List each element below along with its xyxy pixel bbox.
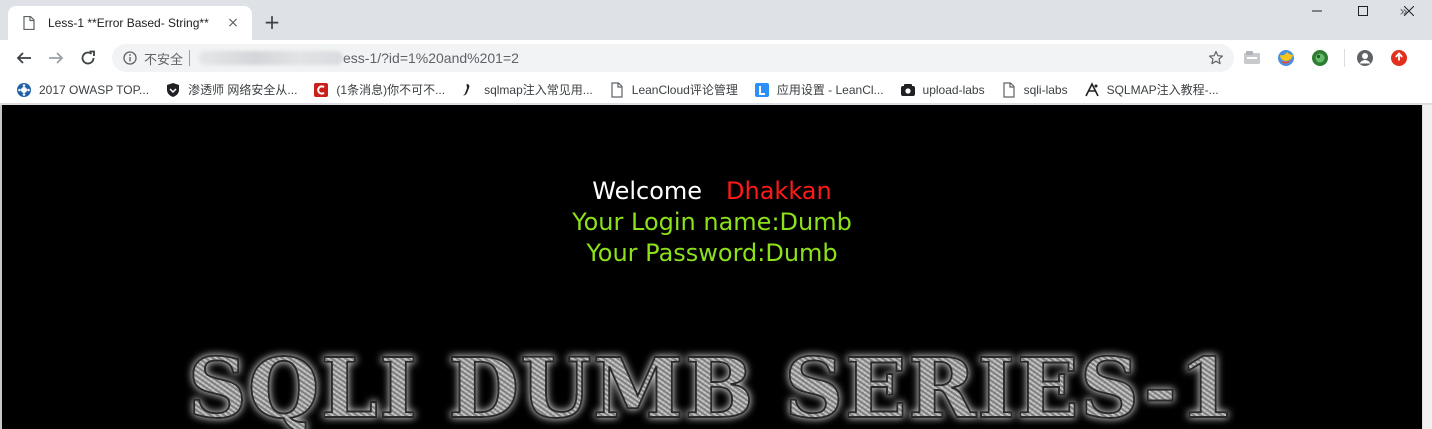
extensions-area [1240,46,1421,70]
extension-globe-icon[interactable] [1274,46,1298,70]
tab-title: Less-1 **Error Based- String** [48,16,209,30]
welcome-line: Welcome Dhakkan [2,177,1422,205]
shield-icon [165,82,181,98]
login-name-text: Your Login name:Dumb [572,208,852,236]
bookmarks-bar: 2017 OWASP TOP... 渗透师 网络安全从... (1条消息)你不可不.… [0,76,1432,104]
back-button[interactable] [10,44,38,72]
sqlmap-icon [1084,81,1100,98]
bookmark-label: (1条消息)你不可不... [336,83,446,97]
bookmark-label: SQLMAP注入教程-... [1106,83,1219,97]
page-scrollbar[interactable] [1422,105,1432,429]
bookmark-item[interactable]: (1条消息)你不可不... [307,78,451,102]
reload-button[interactable] [74,44,102,72]
extension-green-icon[interactable] [1308,46,1332,70]
address-bar[interactable]: 不安全 ess-1/?id=1%20and%201=2 [112,44,1234,72]
tab-close-icon[interactable]: × [224,14,242,32]
maximize-button[interactable] [1340,0,1386,22]
bookmark-label: sqlmap注入常见用... [484,83,593,97]
bookmark-star-icon[interactable] [1208,50,1224,66]
toolbar: 不安全 ess-1/?id=1%20and%201=2 [0,40,1432,76]
username-text: Dhakkan [726,177,832,205]
browser-window: Less-1 **Error Based- String** × + 不安全 e… [0,0,1432,429]
bookmark-label: 渗透师 网络安全从... [188,83,298,97]
welcome-text: Welcome [592,177,703,205]
url-text[interactable]: ess-1/?id=1%20and%201=2 [343,50,519,66]
tab-strip: Less-1 **Error Based- String** × + [0,0,1432,40]
reload-icon [81,50,95,65]
banner-text: SQLI DUMB SERIES-1 [188,341,1237,429]
security-label[interactable]: 不安全 [144,49,183,68]
bookmark-item[interactable]: LeanCloud评论管理 [603,78,744,102]
bookmark-label: upload-labs [922,82,985,97]
window-controls [1294,0,1432,22]
page-icon [1001,81,1017,98]
info-icon[interactable] [122,50,138,66]
omnibox-divider [189,50,191,66]
bookmark-label: 应用设置 - LeanCl... [776,83,884,97]
back-arrow-icon [16,52,31,64]
bookmark-item[interactable]: SQLMAP注入教程-... [1078,78,1225,102]
forward-button[interactable] [42,44,70,72]
bookmark-label: sqli-labs [1023,82,1068,97]
minimize-button[interactable] [1294,0,1340,22]
owasp-icon [16,82,32,98]
bookmark-item[interactable]: upload-labs [894,78,991,102]
bookmark-item[interactable]: 2017 OWASP TOP... [10,78,155,102]
bookmarks-overflow-button[interactable]: » [1399,4,1408,20]
redacted-host [198,51,344,65]
bookmark-label: LeanCloud评论管理 [631,83,738,97]
bookmark-item[interactable]: sqli-labs [995,78,1074,102]
bookmark-item[interactable]: 应用设置 - LeanCl... [748,78,890,102]
extension-folder-icon[interactable] [1240,46,1264,70]
leancloud-icon [754,82,770,98]
page-icon [609,81,625,98]
sqli-dumb-series-banner: SQLI DUMB SERIES-1 [187,340,1237,429]
bookmark-item[interactable]: sqlmap注入常见用... [455,78,599,102]
toolbar-divider [1344,49,1345,67]
close-window-button[interactable] [1386,0,1432,22]
active-tab[interactable]: Less-1 **Error Based- String** × [8,6,252,40]
pen-icon [461,82,477,98]
password-text: Your Password:Dumb [586,239,838,267]
bookmark-label: 2017 OWASP TOP... [39,82,150,97]
update-menu-icon[interactable] [1387,46,1411,70]
forward-arrow-icon [49,52,64,64]
page-viewport: Welcome Dhakkan Your Login name:Dumb Your… [0,105,1422,429]
csdn-icon [313,82,329,98]
profile-avatar-icon[interactable] [1353,46,1377,70]
new-tab-button[interactable]: + [260,10,284,34]
github-icon [900,82,916,98]
bookmark-item[interactable]: 渗透师 网络安全从... [159,78,303,102]
document-icon [22,15,36,31]
